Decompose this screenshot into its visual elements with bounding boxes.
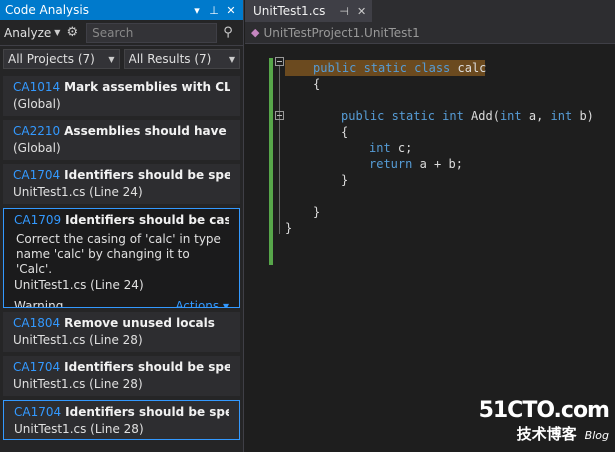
list-item[interactable]: CA1704 Identifiers should be spelled... U… bbox=[3, 356, 240, 396]
list-item[interactable]: CA2210 Assemblies should have valid... (G… bbox=[3, 120, 240, 160]
list-item[interactable]: CA1804 Remove unused locals UnitTest1.cs … bbox=[3, 312, 240, 352]
list-item[interactable]: CA1014 Mark assemblies with CLSCo... (Glo… bbox=[3, 76, 240, 116]
watermark: 51CTO.com 技术博客 Blog bbox=[478, 398, 610, 444]
result-filter-label: All Results (7) bbox=[128, 52, 212, 66]
rule-code-link[interactable]: CA2210 bbox=[13, 124, 60, 138]
document-tabbar: UnitTest1.cs ⊣ ✕ bbox=[245, 0, 615, 22]
analyze-button[interactable]: Analyze bbox=[4, 26, 51, 40]
keyword: public static int bbox=[341, 109, 464, 123]
item-location[interactable]: UnitTest1.cs (Line 28) bbox=[14, 421, 229, 438]
identifier: a + b; bbox=[412, 157, 463, 171]
watermark-cn: 技术博客 bbox=[516, 425, 577, 443]
keyword: int bbox=[550, 109, 573, 123]
rule-message: Mark assemblies with CLSCo... bbox=[64, 80, 230, 94]
fold-guide bbox=[279, 120, 280, 194]
watermark-blog: Blog bbox=[584, 429, 609, 442]
keyword: int bbox=[499, 109, 522, 123]
navigation-path: UnitTestProject1.UnitTest1 bbox=[263, 25, 420, 40]
list-item-selected[interactable]: CA1704 Identifiers should be spelled... U… bbox=[3, 400, 240, 440]
rule-message: Identifiers should be cased corr bbox=[65, 213, 229, 227]
code-line: public static int Add(int a, int b) bbox=[341, 108, 594, 124]
code-line: } bbox=[341, 173, 349, 187]
class-icon: ◆ bbox=[251, 26, 260, 39]
change-margin-bar bbox=[269, 58, 273, 265]
pin-icon[interactable]: ⊥ bbox=[207, 4, 221, 17]
item-location[interactable]: UnitTest1.cs (Line 28) bbox=[13, 376, 230, 393]
fold-toggle-icon[interactable] bbox=[275, 57, 284, 66]
rule-code-link[interactable]: CA1704 bbox=[14, 405, 61, 419]
rule-code-link[interactable]: CA1804 bbox=[13, 316, 60, 330]
identifier: a, bbox=[521, 109, 551, 123]
keyword: public static class bbox=[313, 61, 451, 75]
rule-message: Identifiers should be spelled... bbox=[65, 405, 229, 419]
rule-code-link[interactable]: CA1014 bbox=[13, 80, 60, 94]
list-item[interactable]: CA1704 Identifiers should be spelled... U… bbox=[3, 164, 240, 204]
filter-bar: All Projects (7) ▼ All Results (7) ▼ bbox=[0, 46, 243, 72]
list-item-expanded[interactable]: CA1709 Identifiers should be cased corr C… bbox=[3, 208, 240, 308]
item-description: Correct the casing of 'calc' in type nam… bbox=[16, 232, 221, 276]
code-analysis-panel: Code Analysis ▾ ⊥ ✕ Analyze ▼ ⚙ Search ⚲… bbox=[0, 0, 244, 452]
item-location: (Global) bbox=[13, 97, 61, 111]
fold-toggle-icon[interactable] bbox=[275, 111, 284, 120]
identifier: c; bbox=[390, 141, 413, 155]
item-location[interactable]: UnitTest1.cs (Line 24) bbox=[14, 277, 229, 294]
search-icon[interactable]: ⚲ bbox=[217, 25, 239, 40]
code-line: { bbox=[341, 125, 349, 139]
rule-message: Identifiers should be spelled... bbox=[64, 360, 230, 374]
rule-message: Remove unused locals bbox=[64, 316, 215, 330]
identifier: calc bbox=[450, 61, 487, 75]
project-filter-dropdown[interactable]: All Projects (7) ▼ bbox=[3, 49, 120, 69]
severity-label: Warning bbox=[14, 299, 64, 308]
actions-dropdown[interactable]: Actions ▾ bbox=[175, 298, 229, 308]
identifier: Add( bbox=[463, 109, 500, 123]
rule-code-link[interactable]: CA1704 bbox=[13, 168, 60, 182]
panel-titlebar: Code Analysis ▾ ⊥ ✕ bbox=[0, 0, 243, 20]
rule-message: Identifiers should be spelled... bbox=[64, 168, 230, 182]
rule-code-link[interactable]: CA1704 bbox=[13, 360, 60, 374]
close-icon[interactable]: ✕ bbox=[224, 4, 238, 17]
watermark-site: 51CTO.com bbox=[478, 398, 610, 423]
actions-label: Actions bbox=[175, 299, 220, 308]
close-icon[interactable]: ✕ bbox=[357, 5, 366, 18]
gear-icon[interactable]: ⚙ bbox=[66, 25, 78, 40]
project-filter-label: All Projects (7) bbox=[8, 52, 95, 66]
keyword: int bbox=[369, 141, 391, 155]
code-line: { bbox=[313, 77, 321, 91]
code-line: int c; bbox=[369, 140, 412, 156]
editor-pane: UnitTest1.cs ⊣ ✕ ◆ UnitTestProject1.Unit… bbox=[245, 0, 615, 452]
search-input[interactable]: Search bbox=[86, 22, 217, 43]
keyword: return bbox=[369, 157, 413, 171]
identifier: b) bbox=[572, 109, 594, 123]
code-line: } bbox=[285, 221, 293, 235]
tab-unittest1[interactable]: UnitTest1.cs ⊣ ✕ bbox=[245, 0, 373, 22]
code-editor[interactable]: public static class calc { public static… bbox=[245, 46, 615, 452]
results-list: CA1014 Mark assemblies with CLSCo... (Glo… bbox=[3, 76, 240, 444]
code-line: } bbox=[313, 205, 321, 219]
item-location[interactable]: UnitTest1.cs (Line 24) bbox=[13, 184, 230, 201]
panel-title: Code Analysis bbox=[5, 3, 89, 17]
code-line: public static class calc bbox=[313, 60, 486, 76]
result-filter-dropdown[interactable]: All Results (7) ▼ bbox=[123, 49, 240, 69]
panel-toolbar: Analyze ▼ ⚙ Search ⚲ bbox=[0, 20, 243, 46]
chevron-down-icon: ▼ bbox=[108, 54, 115, 64]
dropdown-arrow-icon[interactable]: ▾ bbox=[190, 4, 204, 17]
pin-icon[interactable]: ⊣ bbox=[339, 5, 349, 18]
navigation-bar[interactable]: ◆ UnitTestProject1.UnitTest1 bbox=[245, 22, 615, 44]
rule-message: Assemblies should have valid... bbox=[64, 124, 230, 138]
chevron-down-icon[interactable]: ▼ bbox=[54, 28, 60, 37]
code-line: return a + b; bbox=[369, 156, 463, 172]
tab-label: UnitTest1.cs bbox=[253, 4, 326, 18]
chevron-down-icon: ▼ bbox=[228, 54, 235, 64]
item-location: (Global) bbox=[13, 141, 61, 155]
rule-code-link[interactable]: CA1709 bbox=[14, 213, 61, 227]
item-location[interactable]: UnitTest1.cs (Line 28) bbox=[13, 332, 230, 349]
